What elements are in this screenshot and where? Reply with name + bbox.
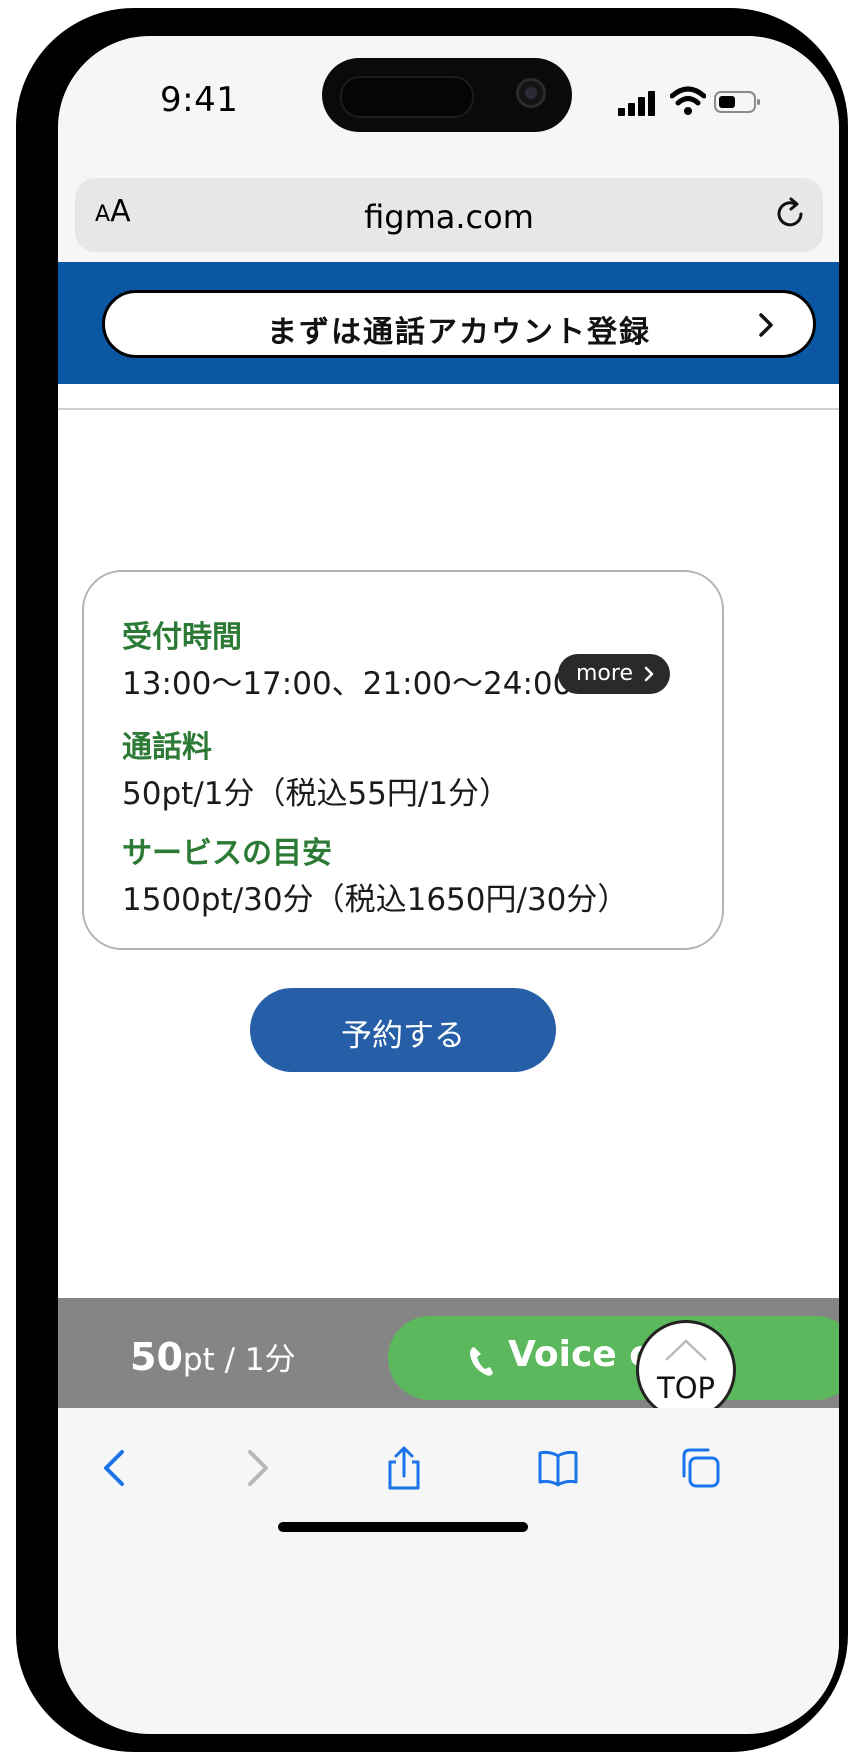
safari-toolbar <box>58 1408 839 1734</box>
island-sensor <box>340 76 474 118</box>
voice-call-button[interactable]: Voice call <box>388 1316 839 1400</box>
share-icon[interactable] <box>382 1446 426 1490</box>
service-info-card: 受付時間 13:00〜17:00、21:00〜24:00 more 通話料 50… <box>82 570 724 950</box>
divider <box>58 408 839 410</box>
register-banner: まずは通話アカウント登録 <box>58 262 839 384</box>
reload-icon[interactable] <box>771 194 811 234</box>
reserve-label: 予約する <box>341 1018 465 1054</box>
chevron-up-icon <box>665 1339 707 1361</box>
estimate-value: 1500pt/30分（税込1650円/30分） <box>122 882 629 918</box>
fee-value: 50pt/1分（税込55円/1分） <box>122 776 511 812</box>
scroll-top-button[interactable]: TOP <box>636 1320 736 1420</box>
register-account-button[interactable]: まずは通話アカウント登録 <box>102 290 816 358</box>
tabs-icon[interactable] <box>678 1446 722 1490</box>
home-indicator <box>278 1522 528 1532</box>
status-bar: 9:41 <box>58 36 839 156</box>
phone-frame: 9:41 AA figma.com まずは通話アカウント登録 受付時間 13:0… <box>16 8 848 1752</box>
chevron-right-icon <box>759 313 773 337</box>
top-label: TOP <box>656 1371 716 1405</box>
register-button-label: まずは通話アカウント登録 <box>267 315 651 350</box>
more-label: more <box>576 661 633 686</box>
fee-heading: 通話料 <box>122 730 212 765</box>
bookmarks-icon[interactable] <box>536 1446 580 1490</box>
wifi-icon <box>670 86 706 115</box>
more-button[interactable]: more <box>558 654 670 694</box>
camera-icon <box>516 78 546 108</box>
reserve-button[interactable]: 予約する <box>250 988 556 1072</box>
url-text[interactable]: figma.com <box>75 198 823 236</box>
phone-icon <box>470 1347 493 1376</box>
dynamic-island <box>322 58 572 132</box>
screen: 9:41 AA figma.com まずは通話アカウント登録 受付時間 13:0… <box>58 36 839 1734</box>
hours-value: 13:00〜17:00、21:00〜24:00 <box>122 666 573 702</box>
address-bar[interactable]: AA figma.com <box>75 178 823 252</box>
battery-icon <box>714 91 760 113</box>
forward-icon[interactable] <box>234 1446 278 1490</box>
chevron-right-icon <box>644 666 654 682</box>
signal-icon <box>618 90 658 116</box>
hours-heading: 受付時間 <box>122 620 242 655</box>
call-price: 50pt / 1分 <box>130 1335 296 1379</box>
status-time: 9:41 <box>160 80 239 120</box>
back-icon[interactable] <box>94 1446 138 1490</box>
estimate-heading: サービスの目安 <box>122 836 332 871</box>
